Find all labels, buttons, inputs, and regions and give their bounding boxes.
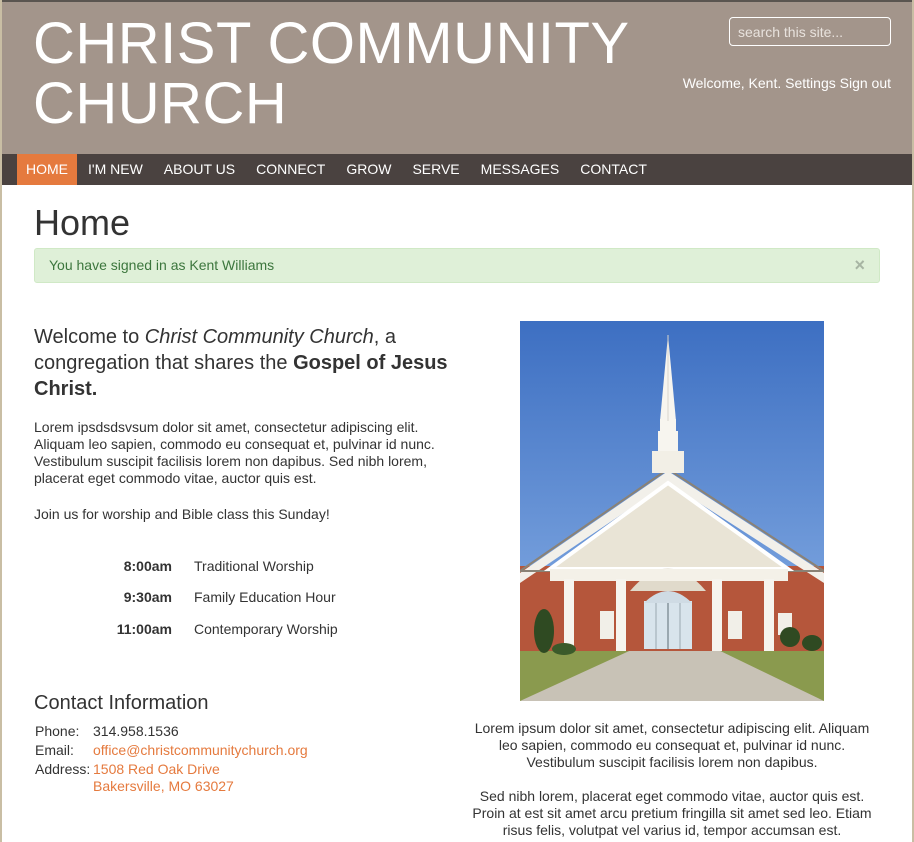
nav-item-messages[interactable]: MESSAGES <box>471 154 570 185</box>
alert-message: You have signed in as Kent Williams <box>49 257 275 273</box>
site-title-line1: CHRIST COMMUNITY <box>33 11 630 76</box>
search-input[interactable] <box>729 17 891 46</box>
site-title[interactable]: CHRIST COMMUNITY CHURCH <box>33 14 630 134</box>
contact-title: Contact Information <box>34 692 209 714</box>
photo-caption: Lorem ipsum dolor sit amet, consectetur … <box>466 720 878 839</box>
welcome-text: Welcome, Kent. <box>682 75 782 91</box>
close-icon[interactable]: × <box>854 249 865 282</box>
service-name: Contemporary Worship <box>194 621 338 637</box>
site-header: CHRIST COMMUNITY CHURCH Welcome, Kent. S… <box>0 0 914 154</box>
worship-invite: Join us for worship and Bible class this… <box>34 506 330 522</box>
service-name: Family Education Hour <box>194 589 336 605</box>
service-time: 8:00am <box>123 558 172 574</box>
signout-link[interactable]: Sign out <box>840 75 891 91</box>
signin-alert: You have signed in as Kent Williams × <box>34 248 880 283</box>
nav-item-connect[interactable]: CONNECT <box>246 154 335 185</box>
email-link[interactable]: office@christcommunitychurch.org <box>93 741 308 760</box>
address-line2-link[interactable]: Bakersville, MO 63027 <box>93 777 234 796</box>
email-label: Email: <box>35 742 74 758</box>
user-bar: Welcome, Kent. Settings Sign out <box>683 75 891 91</box>
service-time: 11:00am <box>116 621 172 637</box>
nav-item-contact[interactable]: CONTACT <box>570 154 657 185</box>
site-title-line2: CHURCH <box>33 71 288 136</box>
phone-label: Phone: <box>35 723 80 739</box>
caption-paragraph-2: Sed nibh lorem, placerat eget commodo vi… <box>472 788 872 838</box>
nav-item-home[interactable]: HOME <box>17 154 77 185</box>
address-label: Address: <box>35 761 91 777</box>
service-name: Traditional Worship <box>194 558 314 574</box>
welcome-heading: Welcome to Christ Community Church, a co… <box>34 324 464 402</box>
window-top-border <box>0 0 914 2</box>
nav-item-grow[interactable]: GROW <box>336 154 401 185</box>
nav-item-about-us[interactable]: ABOUT US <box>154 154 245 185</box>
caption-paragraph-1: Lorem ipsum dolor sit amet, consectetur … <box>474 720 870 770</box>
page-title: Home <box>34 202 131 243</box>
welcome-prefix: Welcome to <box>34 326 145 348</box>
service-time: 9:30am <box>123 589 172 605</box>
settings-link[interactable]: Settings <box>785 75 836 91</box>
main-nav: HOME I'M NEW ABOUT US CONNECT GROW SERVE MESSA… <box>0 154 914 185</box>
nav-list: HOME I'M NEW ABOUT US CONNECT GROW SERVE MESSA… <box>17 154 658 185</box>
church-photo <box>520 321 824 701</box>
welcome-church-name: Christ Community Church <box>144 326 374 348</box>
nav-item-i-m-new[interactable]: I'M NEW <box>78 154 153 185</box>
phone-value: 314.958.1536 <box>93 723 179 739</box>
service-row: 11:00am Contemporary Worship <box>0 619 400 639</box>
intro-paragraph: Lorem ipsdsdsvsum dolor sit amet, consec… <box>34 419 435 486</box>
service-row: 9:30am Family Education Hour <box>0 587 400 607</box>
service-row: 8:00am Traditional Worship <box>0 556 400 576</box>
window-left-border <box>0 0 2 842</box>
nav-item-serve[interactable]: SERVE <box>402 154 469 185</box>
